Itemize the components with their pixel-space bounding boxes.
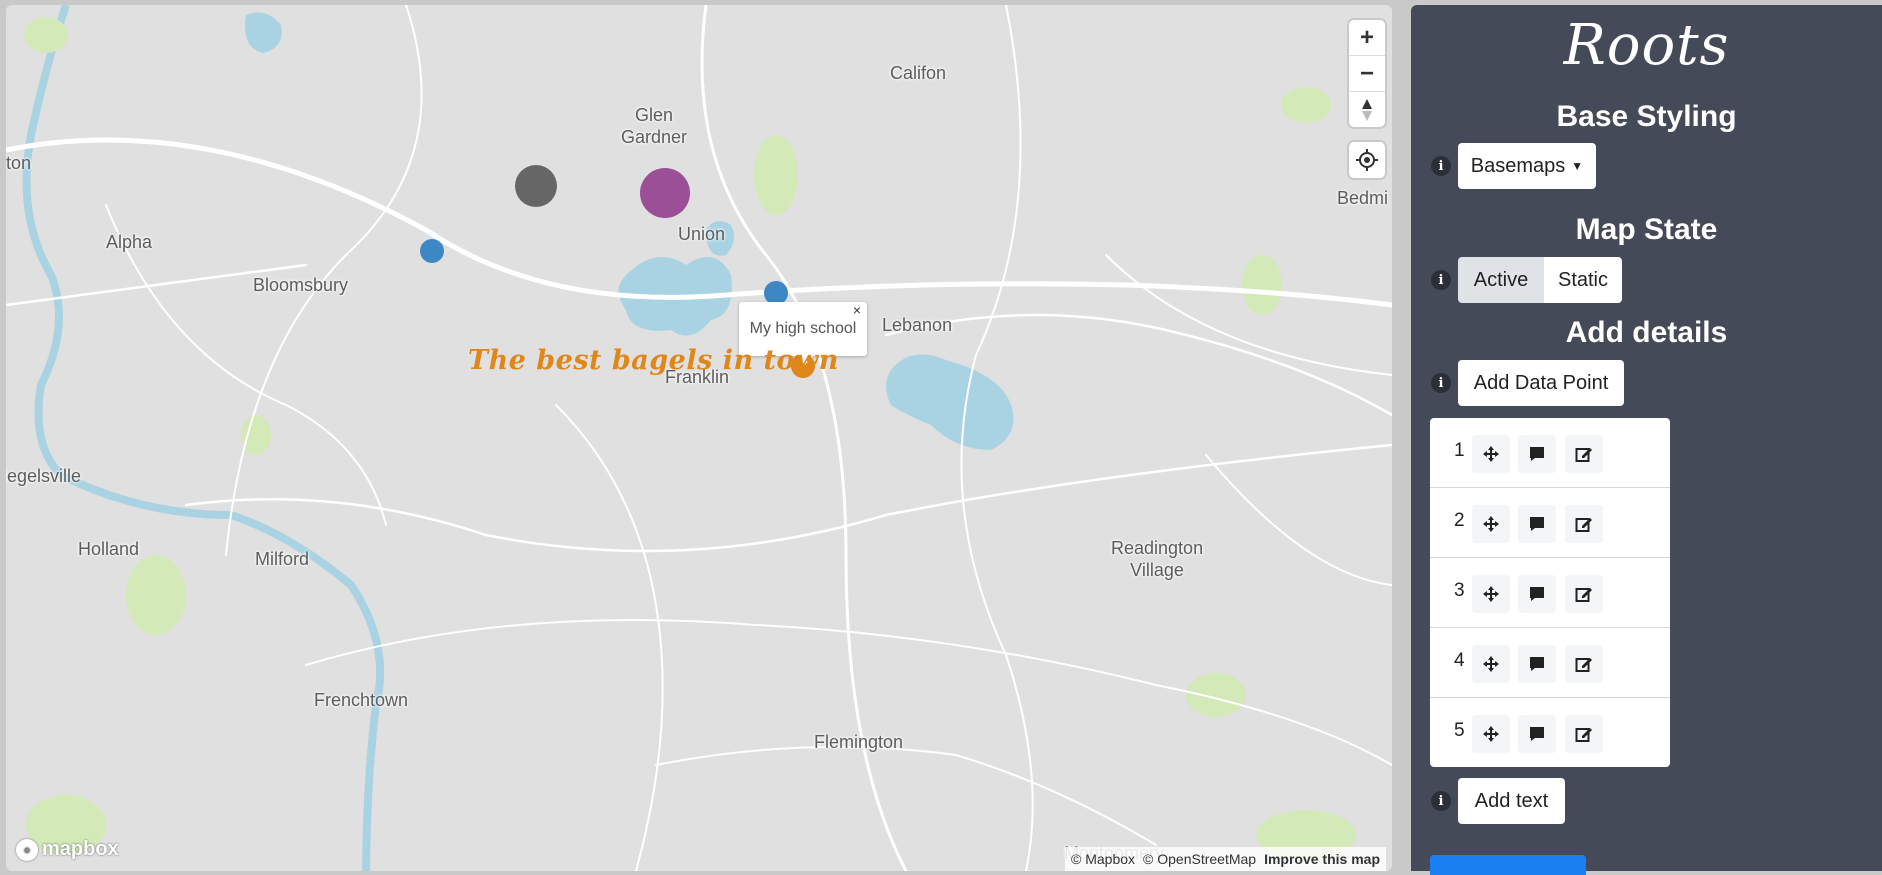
- state-active-button[interactable]: Active: [1458, 257, 1544, 303]
- place-label: Holland: [78, 539, 140, 559]
- place-label: Lebanon: [882, 315, 953, 335]
- comment-button[interactable]: [1518, 505, 1556, 543]
- mapbox-logo-text: mapbox: [42, 838, 119, 860]
- basemaps-dropdown[interactable]: Basemaps ▼: [1458, 143, 1596, 189]
- caret-down-icon: ▼: [1571, 159, 1584, 173]
- comment-button[interactable]: [1518, 435, 1556, 473]
- edit-button[interactable]: [1565, 505, 1603, 543]
- attribution-osm-link[interactable]: © OpenStreetMap: [1143, 851, 1256, 867]
- comment-button[interactable]: [1518, 645, 1556, 683]
- comment-button[interactable]: [1518, 715, 1556, 753]
- geolocate-icon: [1356, 149, 1378, 171]
- edit-button[interactable]: [1565, 715, 1603, 753]
- popup-text: My high school: [749, 320, 857, 337]
- place-label: Bedmi: [1337, 188, 1389, 208]
- move-button[interactable]: [1472, 575, 1510, 613]
- navigation-control: + −: [1349, 20, 1385, 127]
- place-label: Glen Gardner: [621, 105, 688, 147]
- data-point-marker[interactable]: [640, 168, 690, 218]
- state-static-button[interactable]: Static: [1544, 257, 1622, 303]
- mapbox-logo[interactable]: ● mapbox: [16, 838, 119, 861]
- list-item: 4: [1430, 628, 1670, 698]
- map-attribution: © Mapbox © OpenStreetMap Improve this ma…: [1065, 847, 1386, 871]
- basemaps-label: Basemaps: [1470, 154, 1566, 177]
- place-label: Union: [678, 224, 726, 244]
- list-item: 5: [1430, 698, 1670, 767]
- place-label: ton: [6, 153, 32, 173]
- add-data-point-button[interactable]: Add Data Point: [1458, 360, 1624, 406]
- map-canvas[interactable]: Califon Glen Gardner Union Alpha Bloomsb…: [6, 5, 1392, 871]
- place-label: iegelsville: [6, 466, 82, 486]
- place-label: Alpha: [106, 232, 153, 252]
- edit-button[interactable]: [1565, 435, 1603, 473]
- edit-button[interactable]: [1565, 645, 1603, 683]
- move-icon: [1483, 516, 1499, 532]
- compass-icon: [1362, 98, 1372, 121]
- place-label: Flemington: [814, 732, 904, 752]
- data-point-marker[interactable]: [420, 239, 444, 263]
- move-button[interactable]: [1472, 715, 1510, 753]
- list-item: 3: [1430, 558, 1670, 628]
- info-icon[interactable]: i: [1431, 791, 1451, 811]
- edit-icon: [1575, 518, 1592, 532]
- info-icon[interactable]: i: [1431, 156, 1451, 176]
- data-point-number: 4: [1454, 650, 1465, 671]
- place-label: Califon: [890, 63, 947, 83]
- data-point-list: 1 2 3 4 5: [1430, 418, 1670, 767]
- basemap-graphics: [6, 5, 1392, 871]
- improve-map-link[interactable]: Improve this map: [1264, 851, 1380, 867]
- data-point-number: 1: [1454, 440, 1465, 461]
- move-icon: [1483, 586, 1499, 602]
- edit-icon: [1575, 588, 1592, 602]
- comment-icon: [1530, 587, 1544, 601]
- primary-button[interactable]: [1430, 855, 1586, 875]
- move-icon: [1483, 656, 1499, 672]
- data-point-number: 3: [1454, 580, 1465, 601]
- place-label: Bloomsbury: [253, 275, 349, 295]
- place-label: Milford: [255, 549, 310, 569]
- comment-button[interactable]: [1518, 575, 1556, 613]
- add-details-heading: Add details: [1565, 316, 1728, 349]
- edit-icon: [1575, 658, 1592, 672]
- comment-icon: [1530, 727, 1544, 741]
- map-state-heading: Map State: [1575, 213, 1718, 246]
- edit-button[interactable]: [1565, 575, 1603, 613]
- popup-close-button[interactable]: ×: [853, 302, 861, 318]
- geolocate-button[interactable]: [1349, 142, 1385, 178]
- attribution-mapbox-link[interactable]: © Mapbox: [1071, 851, 1135, 867]
- control-panel: Roots Base Styling i Basemaps ▼ Map Stat…: [1411, 5, 1882, 875]
- place-label: Frenchtown: [314, 690, 409, 710]
- map-text-annotation[interactable]: The best bagels in town: [468, 345, 839, 376]
- list-item: 1: [1430, 418, 1670, 488]
- move-button[interactable]: [1472, 645, 1510, 683]
- info-icon[interactable]: i: [1431, 270, 1451, 290]
- edit-icon: [1575, 728, 1592, 742]
- list-item: 2: [1430, 488, 1670, 558]
- place-label: Readington Village: [1111, 538, 1204, 580]
- mapbox-logo-icon: ●: [16, 838, 38, 861]
- app-logo: Roots: [1563, 13, 1730, 78]
- base-styling-heading: Base Styling: [1556, 100, 1737, 133]
- data-point-number: 5: [1454, 720, 1465, 741]
- info-icon[interactable]: i: [1431, 373, 1451, 393]
- data-point-number: 2: [1454, 510, 1465, 531]
- data-point-marker[interactable]: [515, 165, 557, 207]
- add-text-button[interactable]: Add text: [1458, 778, 1565, 824]
- zoom-out-button[interactable]: −: [1349, 56, 1385, 92]
- move-icon: [1483, 446, 1499, 462]
- compass-button[interactable]: [1349, 92, 1385, 127]
- comment-icon: [1530, 657, 1544, 671]
- edit-icon: [1575, 448, 1592, 462]
- zoom-in-button[interactable]: +: [1349, 20, 1385, 56]
- move-button[interactable]: [1472, 435, 1510, 473]
- move-icon: [1483, 726, 1499, 742]
- map-state-toggle: Active Static: [1458, 257, 1622, 303]
- comment-icon: [1530, 517, 1544, 531]
- comment-icon: [1530, 447, 1544, 461]
- move-button[interactable]: [1472, 505, 1510, 543]
